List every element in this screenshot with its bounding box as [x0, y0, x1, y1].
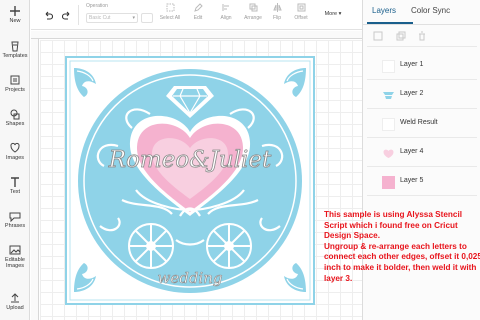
images-label: Images: [5, 155, 25, 161]
upload-label: Upload: [6, 305, 24, 311]
align-button[interactable]: Align: [217, 3, 235, 21]
more-button[interactable]: More ▾: [318, 9, 348, 21]
select-all-button[interactable]: Select All: [155, 3, 185, 21]
flip-button[interactable]: Flip: [270, 3, 284, 21]
layer-name: Layer 2: [400, 90, 424, 97]
layer-row-3[interactable]: Weld Result: [363, 110, 480, 138]
upload-icon: [11, 293, 19, 303]
color-swatch[interactable]: [141, 13, 153, 23]
group-icon[interactable]: [373, 31, 383, 41]
projects-button[interactable]: Projects: [0, 74, 30, 93]
design-space-window: New Templates Projects Shapes Images Tex…: [0, 0, 480, 320]
offset-label: Offset: [294, 15, 308, 21]
operation-select[interactable]: Basic Cut ▾: [86, 13, 138, 23]
more-label: More: [324, 11, 338, 17]
edit-label: Edit: [193, 15, 203, 21]
shapes-label: Shapes: [5, 121, 25, 127]
top-toolbar: Operation Basic Cut ▾ Select All Edit Al…: [31, 0, 362, 30]
templates-label: Templates: [2, 53, 28, 59]
templates-button[interactable]: Templates: [0, 40, 30, 59]
layer-thumbnail: [382, 118, 395, 131]
align-icon: [222, 4, 229, 11]
layer-thumbnail: [382, 176, 395, 189]
operation-value: Basic Cut: [89, 15, 111, 21]
shapes-icon: [10, 109, 20, 120]
edit-icon: [193, 3, 203, 12]
images-button[interactable]: Images: [0, 142, 30, 161]
delete-icon[interactable]: [417, 31, 427, 41]
row-divider: [367, 108, 477, 109]
layer-name: Weld Result: [400, 119, 438, 126]
text-button[interactable]: Text: [0, 176, 30, 195]
plus-icon: [10, 6, 20, 16]
layer-thumbnail: [382, 60, 395, 73]
horizontal-ruler: [31, 31, 362, 39]
duplicate-icon[interactable]: [396, 31, 406, 41]
upload-button[interactable]: Upload: [0, 292, 30, 311]
more-chevron-icon: ▾: [338, 11, 342, 17]
layer-row-4[interactable]: Layer 4: [363, 139, 480, 167]
editable-images-button[interactable]: Editable Images: [0, 244, 30, 269]
flip-label: Flip: [272, 15, 282, 21]
undo-icon[interactable]: [43, 10, 53, 20]
design-subtitle: wedding: [158, 269, 223, 287]
offset-icon: [297, 3, 305, 12]
layer-row-1[interactable]: Layer 1: [363, 52, 480, 80]
layer-thumbnail: [383, 92, 394, 99]
operation-label: Operation: [86, 3, 108, 9]
images-icon: [10, 143, 20, 153]
layer-thumbnail: [383, 149, 394, 158]
flip-icon: [272, 3, 282, 12]
shapes-button[interactable]: Shapes: [0, 108, 30, 127]
row-divider: [367, 166, 477, 167]
left-toolbar: New Templates Projects Shapes Images Tex…: [0, 0, 30, 320]
row-divider: [367, 137, 477, 138]
tab-layers[interactable]: Layers: [372, 6, 396, 15]
text-label: Text: [9, 189, 21, 195]
vertical-ruler: [31, 39, 39, 320]
layer-row-2[interactable]: Layer 2: [363, 81, 480, 109]
phrases-label: Phrases: [4, 223, 26, 229]
arrange-label: Arrange: [244, 15, 262, 21]
tab-divider: [363, 24, 480, 25]
panel-divider: [367, 46, 477, 47]
select-all-icon: [166, 3, 174, 12]
new-label: New: [9, 18, 21, 24]
layer-name: Layer 5: [400, 177, 424, 184]
redo-icon[interactable]: [62, 10, 72, 20]
annotation-text: This sample is using Alyssa Stencil Scri…: [324, 210, 480, 283]
phrases-button[interactable]: Phrases: [0, 210, 30, 229]
new-button[interactable]: New: [0, 5, 30, 24]
tab-color-sync[interactable]: Color Sync: [411, 6, 450, 15]
chevron-down-icon: ▾: [132, 15, 135, 21]
edit-button[interactable]: Edit: [190, 3, 206, 21]
phrases-icon: [9, 212, 21, 222]
layer-name: Layer 1: [400, 61, 424, 68]
offset-button[interactable]: Offset: [291, 3, 311, 21]
row-divider: [367, 195, 477, 196]
layer-row-5[interactable]: Layer 5: [363, 168, 480, 196]
projects-label: Projects: [5, 87, 25, 93]
toolbar-divider: [78, 5, 79, 25]
layer-name: Layer 4: [400, 148, 424, 155]
text-icon: [11, 177, 19, 187]
select-all-label: Select All: [159, 15, 181, 21]
arrange-button[interactable]: Arrange: [241, 3, 265, 21]
arrange-icon: [249, 3, 257, 12]
align-label: Align: [220, 15, 232, 21]
design-title: Romeo&Juliet: [108, 147, 272, 173]
design-canvas[interactable]: Romeo&Juliet wedding: [40, 40, 362, 320]
editable-images-icon: [9, 245, 21, 255]
editable-images-label: Editable Images: [5, 257, 25, 269]
operation-group: Operation: [86, 3, 108, 9]
templates-icon: [11, 41, 19, 52]
design-artwork[interactable]: Romeo&Juliet wedding: [40, 40, 362, 320]
row-divider: [367, 79, 477, 80]
projects-icon: [10, 75, 20, 85]
